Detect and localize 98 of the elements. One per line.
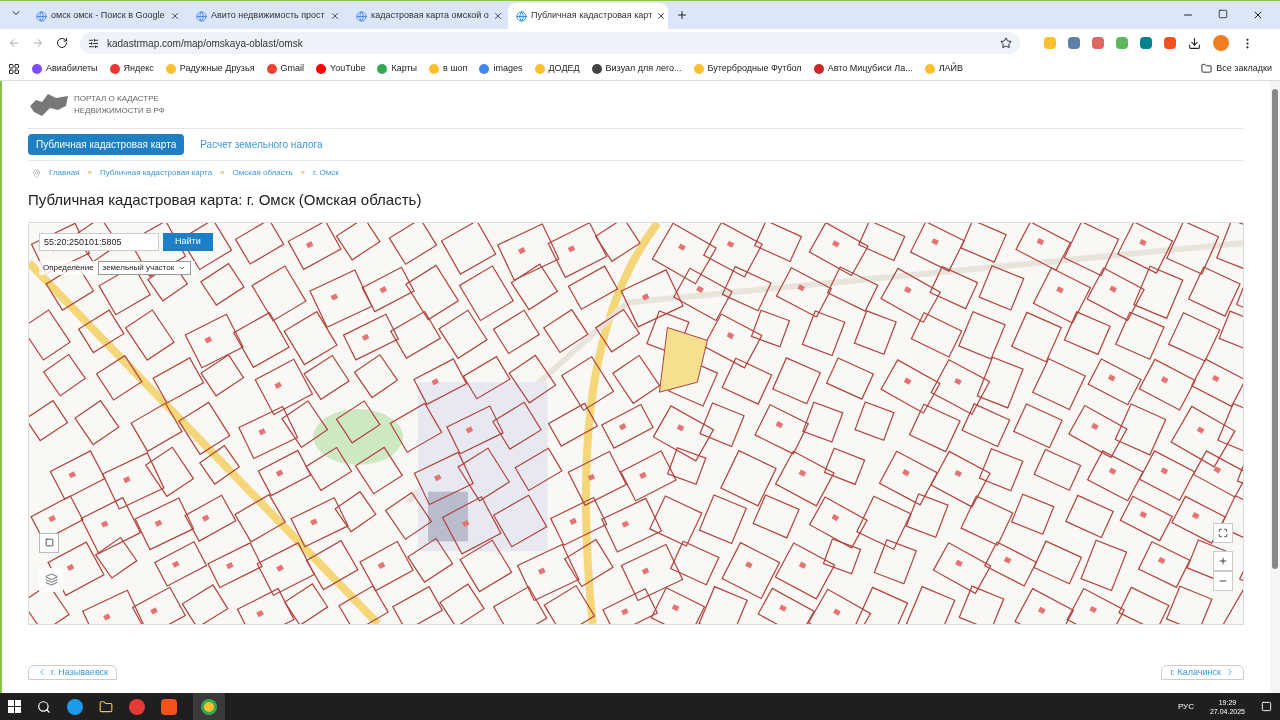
windows-start-icon[interactable]: [8, 700, 21, 713]
favicon-icon: [165, 63, 176, 74]
page-title: Публичная кадастровая карта: г. Омск (Омская область): [28, 190, 423, 210]
bookmark-label: ДОДЕД: [548, 61, 580, 75]
reload-icon[interactable]: [56, 37, 68, 49]
nav-tab[interactable]: Публичная кадастровая карта: [28, 134, 185, 155]
apps-icon[interactable]: [8, 62, 20, 75]
search-icon[interactable]: [37, 699, 51, 714]
square-tool-button[interactable]: [39, 532, 59, 553]
favicon-icon: [36, 10, 47, 22]
close-icon[interactable]: [656, 11, 667, 21]
browser-tab[interactable]: Публичная кадастровая карт: [508, 3, 668, 29]
bookmark-label: Gmail: [280, 61, 305, 75]
bookmark-item[interactable]: Бутербродные Футбол: [693, 61, 802, 76]
extension-icon[interactable]: [1092, 37, 1104, 49]
bookmark-item[interactable]: Радужные Друзья: [165, 61, 255, 76]
active-app-tile[interactable]: [193, 693, 225, 720]
all-bookmarks-button[interactable]: Все закладки: [1201, 61, 1272, 76]
breadcrumb-separator: »: [220, 167, 225, 179]
bookmark-item[interactable]: Визуал для лего...: [591, 61, 682, 76]
tab-title: омск омск - Поиск в Google: [51, 9, 166, 23]
favicon-icon: [429, 63, 440, 74]
language-indicator[interactable]: РУС: [1177, 700, 1194, 713]
extension-icon[interactable]: [1164, 37, 1176, 49]
bookmark-item[interactable]: images: [479, 61, 523, 76]
url-text: kadastrmap.com/map/omskaya-oblast/omsk: [107, 36, 304, 51]
bookmark-label: YouTube: [330, 61, 366, 75]
favicon-icon: [266, 63, 277, 74]
bookmark-label: images: [493, 61, 523, 75]
fullscreen-icon: [1218, 527, 1228, 538]
restore-icon[interactable]: [1218, 9, 1228, 19]
app-icon[interactable]: [161, 698, 177, 715]
close-icon[interactable]: [492, 11, 503, 21]
fullscreen-button[interactable]: [1213, 522, 1233, 543]
profile-avatar[interactable]: [1213, 35, 1229, 51]
favicon-icon: [109, 63, 120, 74]
bookmark-item[interactable]: Gmail: [266, 61, 305, 76]
tab-title: кадастровая карта омской о: [371, 9, 489, 23]
bookmark-label: Бутербродные Футбол: [707, 61, 802, 75]
notification-icon[interactable]: [1261, 701, 1272, 712]
bookmark-item[interactable]: ДОДЕД: [534, 61, 580, 76]
extension-icon[interactable]: [1140, 37, 1152, 49]
browser-tab[interactable]: Авито недвижимость прост: [188, 3, 348, 29]
favicon-icon: [516, 10, 527, 22]
bookmark-item[interactable]: Авто Мицубиси Ла...: [813, 61, 913, 76]
breadcrumb-separator: »: [300, 167, 306, 179]
chevron-right-icon: [1225, 667, 1235, 678]
scrollbar-thumb[interactable]: [1272, 89, 1278, 569]
favicon-icon: [196, 10, 207, 22]
site-logo-text: ПОРТАЛ О КАДАСТРЕ НЕДВИЖИМОСТИ В РФ: [74, 92, 165, 117]
folder-icon[interactable]: [99, 699, 113, 714]
download-icon[interactable]: [1188, 36, 1201, 50]
favicon-icon: [813, 63, 824, 74]
bookmark-label: Карты: [391, 61, 418, 75]
square-icon: [44, 538, 54, 547]
bookmark-item[interactable]: в шоп: [429, 61, 468, 76]
bookmark-item[interactable]: ЛАЙВ: [924, 61, 964, 76]
favicon-icon: [32, 63, 42, 74]
layers-icon: [44, 573, 58, 586]
close-icon[interactable]: [170, 11, 180, 21]
favicon-icon: [924, 63, 935, 74]
favicon-icon: [377, 63, 388, 74]
favicon-icon: [591, 63, 602, 74]
close-icon[interactable]: [1252, 9, 1264, 21]
bookmark-item[interactable]: Яндекс: [109, 61, 154, 76]
browser-tab[interactable]: кадастровая карта омской о: [348, 3, 508, 29]
russia-map-logo-icon: [28, 91, 70, 118]
bookmark-item[interactable]: YouTube: [316, 61, 366, 76]
bookmark-item[interactable]: Карты: [377, 61, 418, 76]
close-icon[interactable]: [330, 11, 340, 21]
bookmark-label: Визуал для лего...: [605, 61, 682, 75]
favicon-icon: [356, 10, 367, 22]
address-bar[interactable]: kadastrmap.com/map/omskaya-oblast/omsk: [80, 32, 1020, 54]
extension-icon[interactable]: [1068, 37, 1080, 49]
tab-title: Авито недвижимость прост: [211, 9, 326, 23]
favicon-icon: [479, 63, 490, 74]
select-label: Определение: [43, 261, 94, 274]
browser-tab[interactable]: омск омск - Поиск в Google: [28, 3, 188, 29]
favicon-icon: [693, 63, 704, 74]
site-settings-icon[interactable]: [88, 37, 99, 49]
tab-title: Публичная кадастровая карт: [531, 9, 653, 23]
layers-button[interactable]: [39, 567, 63, 592]
chevron-left-icon: [37, 667, 47, 678]
favicon-icon: [316, 63, 327, 74]
location-pin-icon: [32, 168, 41, 178]
bookmark-star-icon[interactable]: [1000, 37, 1012, 49]
bookmark-item[interactable]: Авиабилеты: [32, 61, 98, 76]
breadcrumb-separator: »: [87, 167, 92, 179]
bookmark-label: Авиабилеты: [46, 61, 98, 75]
bookmark-label: ЛАЙВ: [938, 61, 964, 75]
bookmark-label: Авто Мицубиси Ла...: [827, 61, 913, 75]
new-tab-icon[interactable]: [676, 9, 688, 21]
favicon-icon: [534, 63, 545, 74]
bookmark-label: в шоп: [443, 61, 468, 75]
bookmark-label: Яндекс: [123, 61, 154, 75]
plus-icon: [1218, 555, 1228, 566]
folder-icon: [1201, 63, 1213, 74]
bookmark-label: Радужные Друзья: [179, 61, 255, 75]
